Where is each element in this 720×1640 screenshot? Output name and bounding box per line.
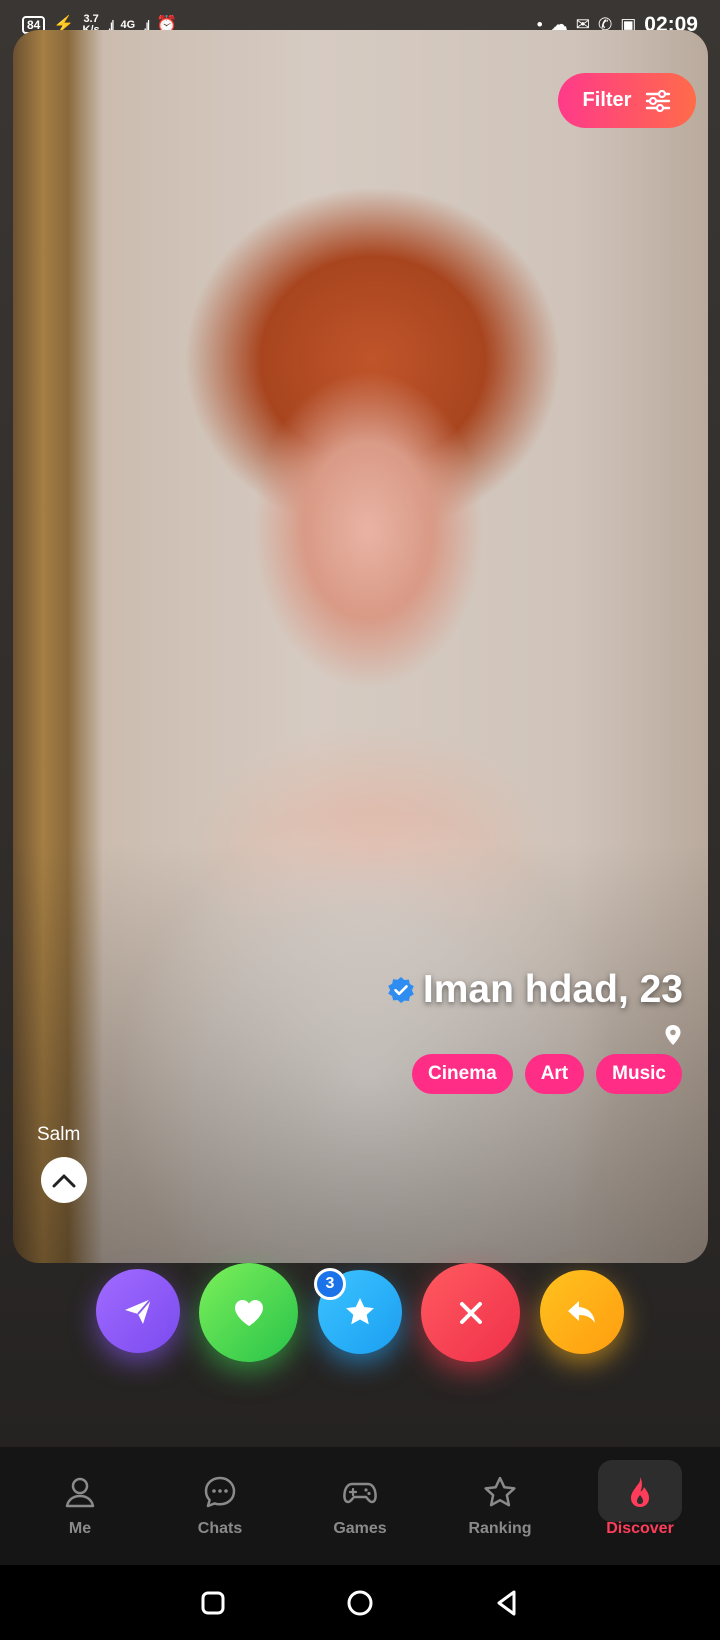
- network-type: 4G: [120, 18, 136, 31]
- nav-item-discover[interactable]: Discover: [575, 1456, 705, 1556]
- nav-item-me[interactable]: Me: [15, 1456, 145, 1556]
- profile-name-row: Iman hdad, 23: [387, 968, 683, 1012]
- interest-tags: Cinema Art Music: [412, 1054, 682, 1094]
- nav-label-ranking: Ranking: [468, 1520, 532, 1537]
- back-icon[interactable]: [492, 1588, 522, 1618]
- nav-item-ranking[interactable]: Ranking: [435, 1456, 565, 1556]
- gamepad-icon: [343, 1482, 377, 1504]
- rewind-button[interactable]: [540, 1270, 624, 1354]
- send-message-button[interactable]: [96, 1269, 180, 1353]
- expand-profile-button[interactable]: [41, 1157, 87, 1203]
- profile-name: Iman hdad, 23: [422, 968, 683, 1011]
- chevron-up-icon: [52, 1174, 76, 1188]
- profile-bio: Salm: [37, 1124, 81, 1145]
- home-icon[interactable]: [345, 1588, 375, 1618]
- sliders-icon: [646, 89, 671, 112]
- chat-icon: [204, 1476, 236, 1508]
- card-shade: [13, 843, 708, 1263]
- nav-item-games[interactable]: Games: [295, 1456, 425, 1556]
- nav-label-games: Games: [333, 1520, 387, 1537]
- system-navigation-bar: [0, 1565, 720, 1640]
- bottom-navigation: Me Chats Games Ranking Discover: [0, 1447, 720, 1565]
- close-icon: [459, 1301, 482, 1324]
- dislike-button[interactable]: [421, 1263, 520, 1362]
- app-screen: 84 ⚡ 3.7 K/s .ıl 4G .ıl ⏰ • ☁ ✉ ✆ ▣ 02:0…: [0, 0, 720, 1640]
- reply-icon: [568, 1301, 595, 1323]
- super-like-count-badge: 3: [314, 1268, 346, 1300]
- location-pin-icon: [665, 1025, 681, 1045]
- nav-label-discover: Discover: [606, 1520, 674, 1537]
- recent-apps-icon[interactable]: [198, 1588, 228, 1618]
- filter-button[interactable]: Filter: [558, 73, 696, 128]
- nav-label-me: Me: [68, 1520, 92, 1537]
- nav-label-chats: Chats: [197, 1520, 243, 1537]
- nav-item-chats[interactable]: Chats: [155, 1456, 285, 1556]
- flame-icon: [631, 1477, 649, 1507]
- paper-plane-icon: [125, 1298, 152, 1324]
- heart-icon: [234, 1299, 263, 1326]
- tag-cinema[interactable]: Cinema: [412, 1054, 513, 1094]
- like-button[interactable]: [199, 1263, 298, 1362]
- user-icon: [65, 1477, 95, 1508]
- verified-badge-icon: [388, 977, 414, 1003]
- star-outline-icon: [484, 1476, 516, 1507]
- action-bar: 3: [0, 1260, 720, 1370]
- star-icon: [346, 1298, 374, 1325]
- profile-card[interactable]: Filter Iman hdad, 23 Cinema Art Music Sa…: [13, 30, 708, 1263]
- tag-music[interactable]: Music: [596, 1054, 682, 1094]
- filter-label: Filter: [582, 89, 632, 111]
- tag-art[interactable]: Art: [524, 1054, 585, 1094]
